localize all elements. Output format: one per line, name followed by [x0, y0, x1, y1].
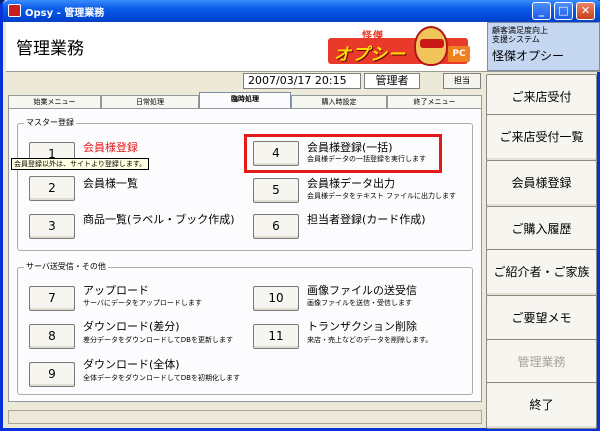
logo-main-text: オプシー: [334, 45, 406, 65]
system-info-panel: 顧客満足度向上 支援システム 怪傑オプシー: [487, 22, 600, 71]
function-title-8: ダウンロード(差分): [83, 320, 180, 333]
window-title: Opsy - 管理業務: [25, 8, 105, 19]
header: 管理業務 怪傑 オプシー PC 顧客満足度向上 支援システム 怪傑オプシー: [6, 22, 600, 72]
function-title-10: 画像ファイルの送受信: [307, 284, 417, 297]
function-button-5[interactable]: 5: [253, 178, 299, 203]
sidebar-item-reception-list[interactable]: ご来店受付一覧: [486, 114, 597, 161]
function-title-6: 担当者登録(カード作成): [307, 213, 426, 226]
function-desc-9: 全体データをダウンロードしてDBを初期化します: [83, 374, 240, 382]
charge-button[interactable]: 担当: [443, 73, 481, 89]
page-title: 管理業務: [16, 39, 84, 59]
brand-logo: 怪傑 オプシー PC: [328, 24, 474, 68]
function-title-5: 会員様データ出力: [307, 177, 395, 190]
function-title-1: 会員様登録: [83, 141, 138, 154]
sidebar-item-purchase-history[interactable]: ご購入履歴: [486, 206, 597, 253]
server-group-label: サーバ送受信・その他: [24, 261, 108, 272]
close-icon[interactable]: ✕: [576, 2, 595, 20]
function-desc-7: サーバにデータをアップロードします: [83, 299, 202, 307]
function-desc-8: 差分データをダウンロードしてDBを更新します: [83, 336, 233, 344]
system-name: 怪傑オプシー: [492, 49, 565, 63]
function-title-2: 会員様一覧: [83, 177, 138, 190]
sidebar-item-exit[interactable]: 終了: [486, 382, 597, 429]
minimize-icon[interactable]: _: [532, 2, 551, 20]
function-button-11[interactable]: 11: [253, 324, 299, 349]
title-bar[interactable]: Opsy - 管理業務 _ □ ✕: [3, 0, 600, 22]
sidebar-item-request-memo[interactable]: ご要望メモ: [486, 295, 597, 342]
system-info-line2: 支援システム: [492, 35, 540, 44]
function-button-6[interactable]: 6: [253, 214, 299, 239]
function-button-2[interactable]: 2: [29, 176, 75, 201]
application-window: Opsy - 管理業務 _ □ ✕ 管理業務 怪傑 オプシー PC 顧客満足度向…: [0, 0, 600, 431]
tooltip: 会員登録以外は、サイトより登録します。: [11, 158, 150, 170]
function-button-8[interactable]: 8: [29, 324, 75, 349]
status-bar: [8, 410, 482, 424]
mascot-face-icon: [414, 26, 448, 66]
function-title-9: ダウンロード(全体): [83, 358, 180, 371]
app-icon: [8, 4, 21, 17]
tab-start[interactable]: 始業メニュー: [8, 95, 101, 108]
function-button-9[interactable]: 9: [29, 362, 75, 387]
highlight-frame: [244, 134, 442, 173]
function-button-3[interactable]: 3: [29, 214, 75, 239]
sidebar-item-member-register[interactable]: 会員様登録: [486, 160, 597, 207]
logo-pc-badge: PC: [448, 46, 470, 62]
function-desc-11: 来店・売上などのデータを削除します。: [307, 336, 433, 344]
function-button-7[interactable]: 7: [29, 286, 75, 311]
tab-temporary[interactable]: 臨時処理: [199, 92, 291, 109]
role-display: 管理者: [364, 73, 420, 89]
master-group-label: マスター登録: [24, 117, 76, 128]
sidebar-item-admin: 管理業務: [486, 339, 597, 386]
function-title-11: トランザクション削除: [307, 320, 417, 333]
function-title-7: アップロード: [83, 284, 149, 297]
function-button-10[interactable]: 10: [253, 286, 299, 311]
function-desc-5: 会員様データをテキスト ファイルに出力します: [307, 192, 457, 200]
datetime-display: 2007/03/17 20:15: [243, 73, 361, 89]
function-title-3: 商品一覧(ラベル・ブック作成): [83, 213, 235, 226]
tab-end[interactable]: 終了メニュー: [387, 95, 482, 108]
function-desc-10: 画像ファイルを送信・受信します: [307, 299, 412, 307]
tab-purchase-settings[interactable]: 購入時設定: [291, 95, 387, 108]
maximize-icon[interactable]: □: [554, 2, 573, 20]
sidebar-item-referrer-family[interactable]: ご紹介者・ご家族: [486, 249, 597, 296]
tab-daily[interactable]: 日常処理: [101, 95, 199, 108]
